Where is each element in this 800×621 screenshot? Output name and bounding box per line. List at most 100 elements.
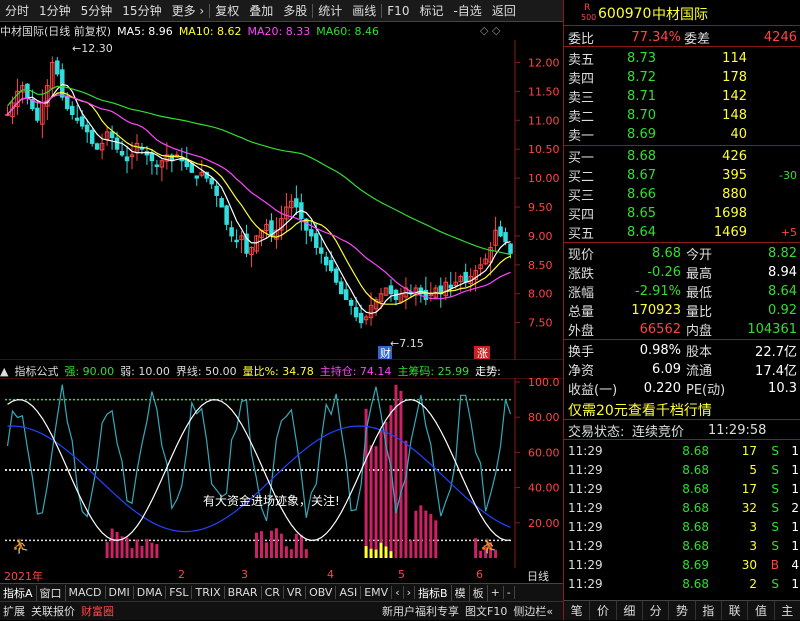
- indicator-tab-16[interactable]: 模: [452, 584, 470, 601]
- hold-bar: [115, 531, 119, 558]
- stat-label-left: 涨幅: [568, 286, 595, 301]
- tick-price: 8.68: [682, 576, 709, 591]
- candle-body: [309, 229, 314, 237]
- promo-row[interactable]: 仅需20元查看千档行情: [564, 400, 800, 420]
- quote-tab-8[interactable]: 主: [775, 601, 800, 620]
- hold-bar: [379, 430, 383, 558]
- quote-tab-3[interactable]: 分: [643, 601, 670, 620]
- status-item-5[interactable]: 侧边栏«: [510, 603, 556, 619]
- candle-body: [25, 83, 30, 98]
- indicator-tab-11[interactable]: ASI: [336, 586, 362, 599]
- quote-tab-7[interactable]: 值: [748, 601, 775, 620]
- bid-volume: 395: [722, 168, 747, 183]
- tick-count: 1: [791, 443, 799, 458]
- status-item-4[interactable]: 图文F10: [462, 603, 510, 619]
- toolbar-item-10[interactable]: F10: [382, 4, 414, 18]
- ask-label: 卖三: [568, 91, 595, 106]
- candle-body: [294, 198, 299, 208]
- tick-side: S: [771, 462, 779, 477]
- bid-volume: 880: [722, 187, 747, 202]
- candle-body: [5, 113, 10, 116]
- toolbar-item-7[interactable]: 多股: [278, 2, 312, 19]
- indicator-tab-3[interactable]: DMI: [106, 586, 134, 599]
- promo-text[interactable]: 仅需20元查看千档行情: [568, 400, 712, 420]
- indicator-tab-1[interactable]: 窗口: [37, 584, 66, 601]
- status-item-0[interactable]: 扩展: [0, 603, 28, 619]
- indicator-tab-4[interactable]: DMA: [134, 586, 167, 599]
- indicator-tab-6[interactable]: TRIX: [192, 586, 225, 599]
- xaxis-month-2: 2: [178, 568, 185, 581]
- stat-row-1: 涨跌 -0.26 最高 8.94: [564, 263, 800, 282]
- toolbar-item-6[interactable]: 叠加: [244, 2, 278, 19]
- toolbar-item-0[interactable]: 分时: [0, 2, 34, 19]
- stat-row-0: 现价 8.68 今开 8.82: [564, 244, 800, 263]
- toolbar-item-9[interactable]: 画线: [347, 2, 381, 19]
- tick-side: S: [771, 519, 779, 534]
- xaxis-period-label[interactable]: 日线: [527, 568, 549, 584]
- stat2-row-1: 净资 6.09 流通 17.4亿: [564, 360, 800, 379]
- indicator-tab-12[interactable]: EMV: [361, 586, 393, 599]
- indicator-tab-10[interactable]: OBV: [306, 586, 337, 599]
- bid-volume: 1469: [713, 225, 747, 240]
- indicator-tab-7[interactable]: BRAR: [225, 586, 262, 599]
- boundary-label: 界线: 50.00: [175, 365, 237, 378]
- toolbar-item-2[interactable]: 5分钟: [76, 2, 118, 19]
- quote-tab-4[interactable]: 势: [669, 601, 696, 620]
- stat2-value-right: 22.7亿: [755, 345, 797, 360]
- ma60-label: MA60: 8.46: [316, 24, 379, 38]
- quote-tab-6[interactable]: 联: [722, 601, 749, 620]
- tick-row-5: 11:29 8.68 3 S 1: [564, 536, 800, 555]
- toolbar-item-3[interactable]: 15分钟: [117, 2, 166, 19]
- r-badge-sub: 500: [581, 13, 597, 22]
- chart-scroll-icons[interactable]: ◇ ◇: [480, 24, 500, 37]
- ask-label: 卖五: [568, 53, 595, 68]
- indicator-tab-2[interactable]: MACD: [66, 586, 106, 599]
- candle-body: [333, 268, 339, 283]
- bid-row-3: 买四 8.65 1698: [564, 204, 800, 223]
- quote-tab-1[interactable]: 价: [590, 601, 617, 620]
- toolbar-item-5[interactable]: 复权: [210, 2, 244, 19]
- toolbar-item-1[interactable]: 1分钟: [34, 2, 76, 19]
- stat-label-right: 量比: [686, 305, 713, 320]
- status-item-2[interactable]: 财富圈: [78, 603, 117, 619]
- price-tick: 7.50: [528, 317, 553, 330]
- hold-bar: [279, 533, 283, 558]
- indicator-chart[interactable]: 100.0 80.00 60.00 40.00 20.00 有大资金进场迹象，关注! ⛹ ⛹: [0, 378, 563, 568]
- indicator-tab-19[interactable]: -: [504, 586, 515, 599]
- tick-time: 11:29: [568, 519, 603, 534]
- toolbar-item-4[interactable]: 更多 ›: [167, 2, 210, 19]
- tick-count: 1: [791, 576, 799, 591]
- toolbar-item-12[interactable]: -自选: [448, 2, 486, 19]
- toolbar-item-13[interactable]: 返回: [487, 2, 521, 19]
- hold-bar: [394, 384, 398, 558]
- candle-body: [154, 164, 160, 168]
- toolbar-item-8[interactable]: 统计: [313, 2, 347, 19]
- quote-tab-5[interactable]: 指: [696, 601, 722, 620]
- indicator-tab-9[interactable]: VR: [284, 586, 307, 599]
- indicator-tab-13[interactable]: ‹: [392, 586, 404, 599]
- volratio-label: 量比%: 34.78: [242, 365, 314, 378]
- status-item-3[interactable]: 新用户福利专享: [379, 603, 462, 619]
- tick-time: 11:29: [568, 443, 603, 458]
- indicator-tab-8[interactable]: CR: [262, 586, 284, 599]
- indicator-tab-18[interactable]: +: [488, 586, 504, 599]
- ask-price: 8.72: [627, 70, 656, 85]
- indicator-tab-5[interactable]: FSL: [166, 586, 193, 599]
- hold-bar: [284, 546, 288, 558]
- toolbar-item-11[interactable]: 标记: [414, 2, 448, 19]
- hold-bar: [255, 532, 259, 558]
- indicator-tab-15[interactable]: 指标B: [415, 584, 452, 601]
- quote-tab-0[interactable]: 笔: [564, 601, 591, 620]
- quote-tab-2[interactable]: 细: [617, 601, 643, 620]
- status-item-1[interactable]: 关联报价: [28, 603, 78, 619]
- indicator-tab-17[interactable]: 板: [470, 584, 488, 601]
- indicator-tab-0[interactable]: 指标A: [0, 584, 37, 601]
- kline-chart[interactable]: 12.00 11.50 11.00 10.50 10.00 9.50 9.00 8.50 8.0…: [0, 40, 563, 360]
- indicator-tab-14[interactable]: ›: [404, 586, 416, 599]
- indicator-name[interactable]: 指标公式: [14, 363, 58, 379]
- candle-body: [214, 185, 219, 196]
- indicator-expand-icon[interactable]: ▲: [0, 365, 8, 378]
- candle-body: [109, 131, 115, 139]
- hold-bar: [150, 542, 154, 558]
- candle-body: [74, 117, 80, 121]
